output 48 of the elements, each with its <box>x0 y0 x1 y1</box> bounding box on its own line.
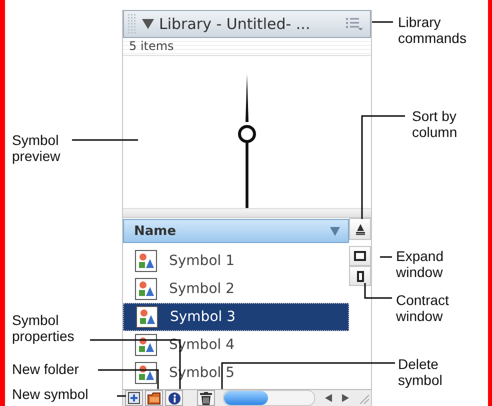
new-folder-button[interactable] <box>145 390 163 406</box>
symbol-icon <box>135 250 157 272</box>
new-symbol-button[interactable] <box>125 390 143 406</box>
leader-line <box>117 395 126 397</box>
sort-icon <box>356 224 364 234</box>
name-column-header[interactable]: Name <box>123 219 349 243</box>
callout-label: Contract window <box>396 292 450 324</box>
leader-line <box>372 21 393 23</box>
wide-window-icon <box>354 251 366 261</box>
plus-icon <box>128 392 140 404</box>
callout-label: New folder <box>12 361 80 377</box>
narrow-window-icon <box>356 270 364 282</box>
delete-button[interactable] <box>197 390 215 406</box>
splitter-handle[interactable] <box>123 208 371 218</box>
symbol-row[interactable]: Symbol 1 <box>123 247 349 275</box>
callout-label: Library commands <box>398 14 468 46</box>
leader-line <box>364 283 392 299</box>
scroll-left-icon[interactable] <box>325 394 332 402</box>
panel-title: Library - Untitled- ... <box>159 15 312 33</box>
gripper-icon[interactable] <box>127 13 137 35</box>
symbol-row[interactable]: Symbol 3 <box>123 303 349 331</box>
symbol-icon <box>136 306 158 328</box>
scroll-right-icon[interactable] <box>342 394 349 402</box>
expand-window-button[interactable] <box>349 246 371 266</box>
collapse-triangle-icon[interactable] <box>142 19 154 29</box>
symbol-row[interactable]: Symbol 2 <box>123 275 349 303</box>
callout-label: Symbol properties <box>12 312 76 344</box>
callout-label: Symbol preview <box>12 132 62 164</box>
symbol-icon <box>135 334 157 356</box>
sort-button[interactable] <box>349 218 371 240</box>
symbol-icon <box>135 278 157 300</box>
callout-label: Delete symbol <box>398 356 444 388</box>
callout-label: New symbol <box>12 386 90 402</box>
contract-window-button[interactable] <box>349 266 371 286</box>
symbol-icon <box>135 362 157 384</box>
resize-grip-icon[interactable] <box>357 392 369 404</box>
leader-line <box>72 139 138 141</box>
folder-icon <box>146 392 162 404</box>
callout-label: Sort by column <box>412 108 458 140</box>
symbol-properties-button[interactable] <box>165 390 183 406</box>
item-count: 5 items <box>123 38 371 56</box>
sort-arrow-icon <box>330 226 340 236</box>
callout-label: Expand window <box>396 248 444 280</box>
info-icon <box>168 392 180 404</box>
scroll-thumb[interactable] <box>224 391 268 405</box>
trash-icon <box>200 392 212 404</box>
leader-line <box>380 256 392 258</box>
horizontal-scrollbar[interactable] <box>223 390 315 406</box>
